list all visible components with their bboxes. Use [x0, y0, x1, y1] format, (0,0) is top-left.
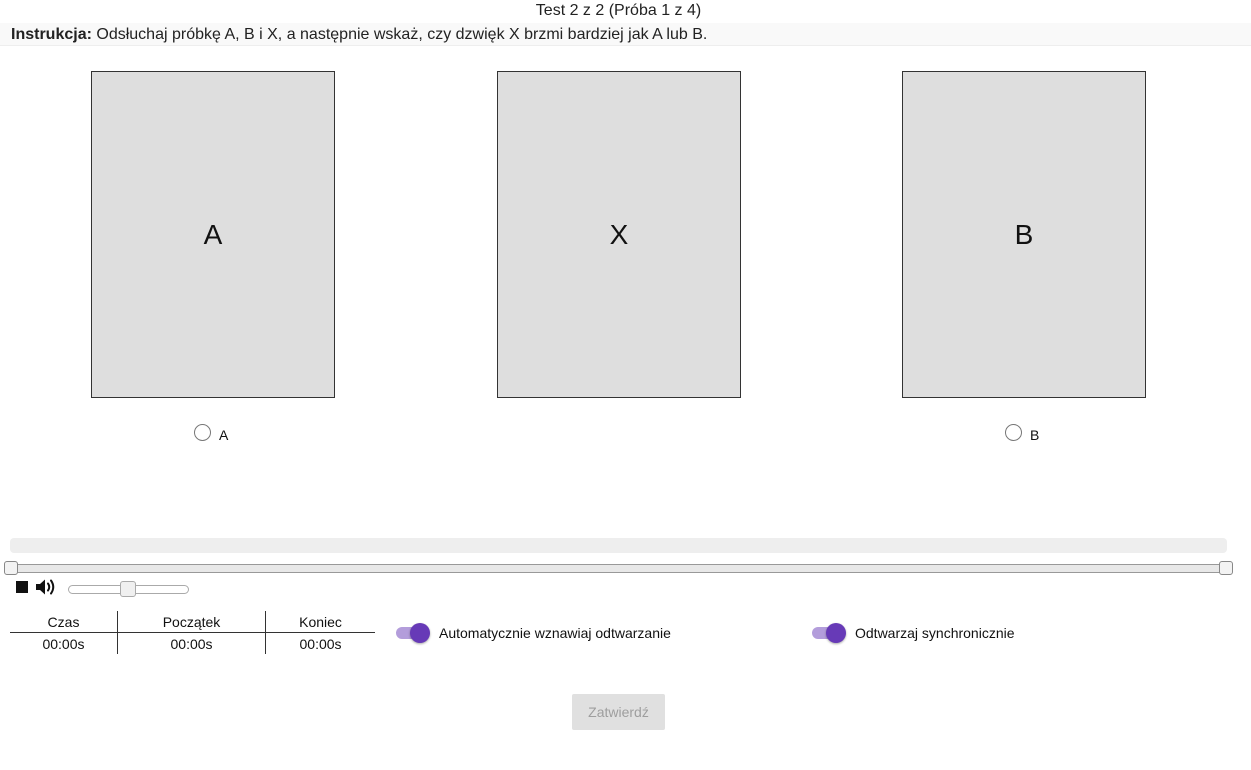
range-track[interactable]: [10, 564, 1228, 573]
range-start-handle[interactable]: [4, 561, 18, 575]
choice-b-label: B: [1030, 427, 1040, 443]
time-value-start: 00:00s: [116, 632, 266, 654]
stop-icon[interactable]: [16, 581, 28, 593]
time-header-start: Początek: [116, 611, 266, 633]
auto-resume-switch[interactable]: [395, 622, 431, 644]
time-value-end: 00:00s: [265, 632, 375, 654]
range-end-handle[interactable]: [1219, 561, 1233, 575]
sync-play-toggle[interactable]: Odtwarzaj synchronicznie: [811, 622, 1015, 644]
sync-play-switch[interactable]: [811, 622, 847, 644]
instruction-text: Odsłuchaj próbkę A, B i X, a następnie w…: [91, 26, 708, 43]
submit-button[interactable]: Zatwierdź: [572, 694, 665, 730]
time-value-current: 00:00s: [42, 635, 85, 652]
sample-b-button[interactable]: B: [902, 71, 1146, 398]
instruction-label: Instrukcja:: [11, 26, 92, 43]
instruction-bar: Instrukcja: Odsłuchaj próbkę A, B i X, a…: [0, 23, 1251, 46]
choice-a-radio[interactable]: [194, 423, 211, 441]
time-table: Czas Początek Koniec 00:00s 00:00s 00:00…: [10, 611, 375, 654]
volume-slider-thumb[interactable]: [120, 581, 136, 597]
sample-x-label: X: [609, 218, 629, 250]
choice-a-label: A: [219, 427, 229, 443]
auto-resume-label: Automatycznie wznawiaj odtwarzanie: [439, 625, 671, 641]
page-title: Test 2 z 2 (Próba 1 z 4): [535, 2, 702, 19]
volume-icon[interactable]: [35, 577, 57, 597]
sample-a-label: A: [203, 218, 223, 250]
sample-a-button[interactable]: A: [91, 71, 335, 398]
time-header-end: Koniec: [265, 611, 375, 633]
choice-b-radio[interactable]: [1005, 423, 1022, 441]
choice-b[interactable]: B: [1005, 421, 1039, 443]
time-header-current: Czas: [10, 611, 118, 633]
sync-play-label: Odtwarzaj synchronicznie: [855, 625, 1015, 641]
auto-resume-toggle[interactable]: Automatycznie wznawiaj odtwarzanie: [395, 622, 671, 644]
sample-x-button[interactable]: X: [497, 71, 741, 398]
choice-a[interactable]: A: [194, 421, 228, 443]
waveform-area[interactable]: [10, 538, 1227, 553]
sample-b-label: B: [1014, 218, 1034, 250]
